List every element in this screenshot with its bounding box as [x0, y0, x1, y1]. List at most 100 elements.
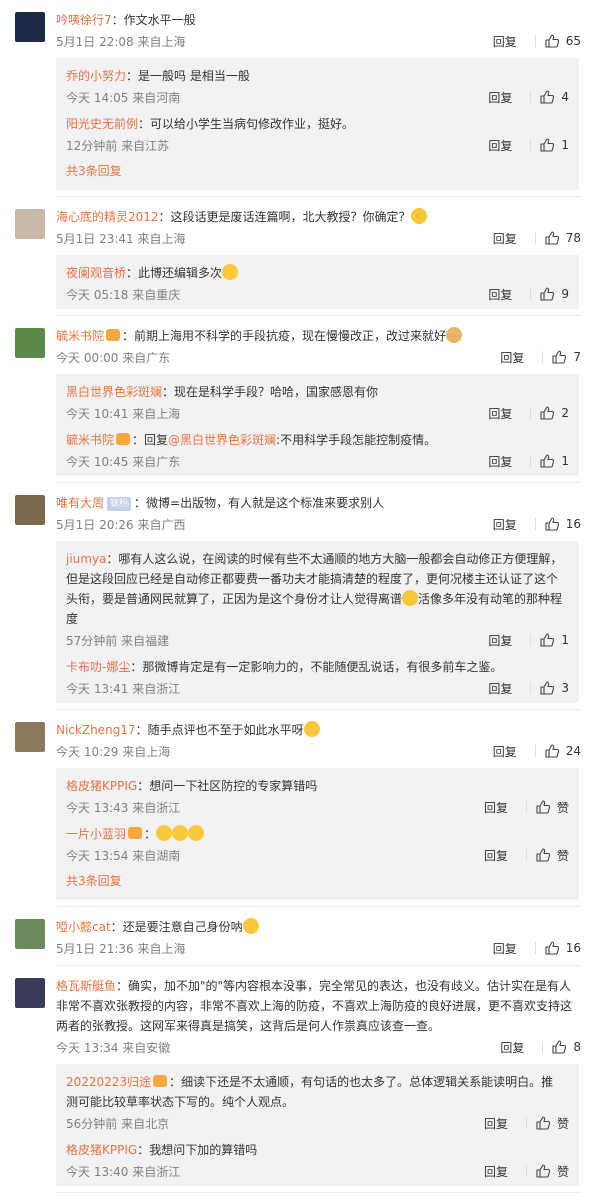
- reply-button[interactable]: 回复: [488, 286, 512, 303]
- reply-button[interactable]: 回复: [484, 847, 508, 864]
- reply-button[interactable]: 回复: [493, 230, 517, 247]
- divider: [530, 407, 532, 419]
- like-button[interactable]: 2: [539, 405, 569, 421]
- reply-item: jiumya：哪有人这么说，在阅读的时候有些不太通顺的地方大脑一般都会自动修正方…: [66, 543, 569, 651]
- reply-meta: 57分钟前 来自福建 回复 1: [66, 629, 569, 651]
- reply-button[interactable]: 回复: [488, 89, 512, 106]
- like-button[interactable]: 7: [551, 349, 581, 365]
- show-more-replies-link[interactable]: 共3条回复: [66, 866, 569, 896]
- reply-button[interactable]: 回复: [500, 349, 524, 366]
- actions: 回复 4: [488, 89, 569, 106]
- like-button[interactable]: 赞: [535, 799, 569, 816]
- like-button[interactable]: 8: [551, 1039, 581, 1055]
- face-emoji-icon: [222, 264, 239, 280]
- like-button[interactable]: 24: [544, 743, 581, 759]
- like-button[interactable]: 16: [544, 940, 581, 956]
- actions: 回复 赞: [484, 799, 569, 816]
- reply-button[interactable]: 回复: [488, 453, 512, 470]
- reply-button[interactable]: 回复: [484, 799, 508, 816]
- vip-badge-icon: [153, 1075, 168, 1087]
- like-button[interactable]: 4: [539, 89, 569, 105]
- reply-button[interactable]: 回复: [493, 516, 517, 533]
- reply-button[interactable]: 回复: [493, 940, 517, 957]
- avatar[interactable]: [15, 495, 45, 525]
- comment-meta: 今天 13:34 来自安徽 回复 8: [56, 1036, 581, 1058]
- thumbs-up-icon: [535, 1163, 557, 1179]
- username-link[interactable]: 啞小懿cat: [56, 920, 111, 934]
- mention-link[interactable]: @黑白世界色彩斑斓: [168, 433, 276, 447]
- reply-button[interactable]: 回复: [488, 632, 512, 649]
- like-button[interactable]: 3: [539, 680, 569, 696]
- like-button[interactable]: 赞: [535, 847, 569, 864]
- avatar[interactable]: [15, 209, 45, 239]
- avatar[interactable]: [15, 919, 45, 949]
- username-link[interactable]: NickZheng17: [56, 723, 136, 737]
- reply-button[interactable]: 回复: [488, 137, 512, 154]
- username-link[interactable]: 格皮猪KPPIG: [66, 779, 137, 793]
- reply-item: 黑白世界色彩斑斓：现在是科学手段？哈哈，国家感恩有你 今天 10:41 来自上海 回…: [66, 376, 569, 424]
- reply-button[interactable]: 回复: [484, 1163, 508, 1180]
- username-link[interactable]: 毓米书院: [66, 433, 114, 447]
- avatar[interactable]: [15, 978, 45, 1008]
- reply-meta: 今天 10:41 来自上海 回复 2: [66, 402, 569, 424]
- username-link[interactable]: 黑白世界色彩斑斓: [66, 385, 162, 399]
- divider: [530, 91, 532, 103]
- reply-meta: 56分钟前 来自北京 回复 赞: [66, 1112, 569, 1134]
- comment-text-block: 格皮猪KPPIG：我想问下加的算错吗: [66, 1140, 569, 1160]
- username-link[interactable]: 格瓦斯艇鱼: [56, 979, 116, 993]
- username-link[interactable]: 吟咦徐行7: [56, 13, 112, 27]
- comment-text-block: 毓米书院 ：前期上海用不科学的手段抗疫，现在慢慢改正，改过来就好: [56, 326, 581, 346]
- like-count: 16: [565, 517, 581, 531]
- username-link[interactable]: 海心底的精灵2012: [56, 210, 159, 224]
- like-button[interactable]: 1: [539, 453, 569, 469]
- username-link[interactable]: 唯有大周: [56, 496, 104, 510]
- comment-text: ：: [144, 827, 157, 841]
- reply-button[interactable]: 回复: [493, 33, 517, 50]
- comment-text: ：是一般吗 是相当一般: [126, 69, 250, 83]
- reply-button[interactable]: 回复: [500, 1039, 524, 1056]
- avatar[interactable]: [15, 722, 45, 752]
- like-button[interactable]: 赞: [535, 1115, 569, 1132]
- comment-text-block: 乔的小努力：是一般吗 是相当一般: [66, 66, 569, 86]
- like-count: 1: [561, 454, 569, 468]
- username-link[interactable]: 一片小蓝羽: [66, 827, 126, 841]
- like-button[interactable]: 16: [544, 516, 581, 532]
- reply-button[interactable]: 回复: [488, 680, 512, 697]
- username-link[interactable]: 毓米书院: [56, 329, 104, 343]
- like-button[interactable]: 9: [539, 286, 569, 302]
- username-link[interactable]: 卡布叻-娜尘: [66, 660, 130, 674]
- divider: [530, 288, 532, 300]
- timestamp: 12分钟前 来自江苏: [66, 138, 170, 153]
- reply-button[interactable]: 回复: [493, 743, 517, 760]
- like-button[interactable]: 1: [539, 632, 569, 648]
- comment-meta: 今天 10:29 来自上海 回复 24: [56, 740, 581, 762]
- actions: 回复 3: [488, 680, 569, 697]
- username-link[interactable]: jiumya: [66, 552, 106, 566]
- thumbs-up-icon: [539, 89, 561, 105]
- like-button[interactable]: 赞: [535, 1163, 569, 1180]
- actions: 回复 赞: [484, 1115, 569, 1132]
- comment-item: 毓米书院 ：前期上海用不科学的手段抗疫，现在慢慢改正，改过来就好 今天 00:00 …: [0, 316, 589, 483]
- username-link[interactable]: 20220223归途: [66, 1075, 151, 1089]
- thumbs-up-icon: [544, 230, 566, 246]
- reply-button[interactable]: 回复: [488, 405, 512, 422]
- username-link[interactable]: 乔的小努力: [66, 69, 126, 83]
- thumbs-up-icon: [539, 137, 561, 153]
- reply-button[interactable]: 回复: [484, 1115, 508, 1132]
- like-button[interactable]: 78: [544, 230, 581, 246]
- avatar[interactable]: [15, 12, 45, 42]
- avatar[interactable]: [15, 328, 45, 358]
- username-link[interactable]: 格皮猪KPPIG: [66, 1143, 137, 1157]
- username-link[interactable]: 夜阑观音桥: [66, 266, 126, 280]
- divider: [534, 35, 536, 47]
- comment-text: ：随手点评也不至于如此水平呀: [135, 723, 304, 737]
- like-button[interactable]: 1: [539, 137, 569, 153]
- comment-text: ：微博=出版物，有人就是这个标准来要求别人: [134, 496, 385, 510]
- comment-meta: 5月1日 23:41 来自上海 回复 78: [56, 227, 581, 249]
- like-count: 78: [565, 231, 581, 245]
- reply-item: 20220223归途 ：细读下还是不太通顺，有句话的也太多了。总体逻辑关系能读明白…: [66, 1066, 569, 1134]
- show-more-replies-link[interactable]: 共3条回复: [66, 156, 569, 186]
- comment-text-block: NickZheng17：随手点评也不至于如此水平呀: [56, 720, 581, 740]
- username-link[interactable]: 阳光史无前例: [66, 117, 138, 131]
- like-button[interactable]: 65: [544, 33, 581, 49]
